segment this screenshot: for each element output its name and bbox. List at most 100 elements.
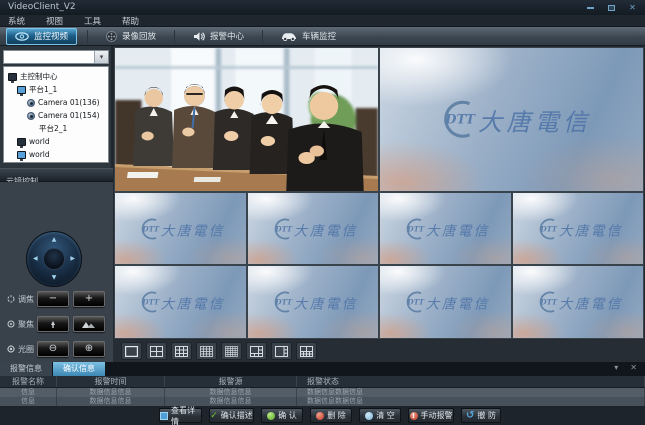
clear-button[interactable]: 清 空 bbox=[359, 408, 401, 423]
video-tile-idle[interactable] bbox=[248, 266, 379, 338]
focus-ring-icon bbox=[7, 320, 15, 328]
detail-icon bbox=[160, 412, 168, 420]
menu-help[interactable]: 帮助 bbox=[122, 15, 139, 27]
video-tile-idle[interactable] bbox=[115, 266, 246, 338]
menu-view[interactable]: 视图 bbox=[46, 15, 63, 27]
split-8-icon bbox=[275, 346, 288, 357]
focus-far-button[interactable] bbox=[73, 316, 105, 332]
monitor-icon bbox=[17, 151, 26, 159]
button-label: 确认描述 bbox=[221, 410, 253, 421]
cell-alarm-name: 信息 bbox=[0, 388, 57, 397]
alarm-table-header: 报警名称 报警时间 报警源 报警状态 bbox=[0, 376, 645, 388]
film-reel-icon bbox=[106, 31, 117, 42]
device-group-value bbox=[4, 51, 94, 63]
tree-item-camera-136[interactable]: Camera 01(136) bbox=[4, 96, 108, 109]
iris-icon bbox=[7, 345, 15, 353]
view-details-button[interactable]: 查看详情 bbox=[159, 408, 202, 423]
delete-icon bbox=[316, 412, 324, 420]
tab-label: 录像回放 bbox=[122, 30, 156, 42]
confirm-description-button[interactable]: ✓ 确认描述 bbox=[209, 408, 254, 423]
tab-alarm-center[interactable]: 报警中心 bbox=[185, 28, 252, 45]
ptz-dpad[interactable]: ▲ ▼ ◀ ▶ bbox=[26, 231, 82, 287]
manual-alarm-button[interactable]: ! 手动报警 bbox=[408, 408, 454, 423]
panel-collapse-icon[interactable]: ▾ bbox=[614, 363, 618, 372]
iris-plus-icon: ⊕ bbox=[85, 344, 93, 354]
meeting-room-photo bbox=[115, 48, 378, 191]
split-10-icon bbox=[300, 346, 313, 357]
datang-logo bbox=[132, 217, 228, 241]
layout-split-25-button[interactable] bbox=[221, 342, 242, 360]
menu-system[interactable]: 系统 bbox=[8, 15, 25, 27]
ptz-row-label: 光圈 bbox=[18, 344, 34, 355]
video-tile-idle[interactable] bbox=[513, 193, 644, 264]
dpad-left-icon[interactable]: ◀ bbox=[33, 256, 38, 262]
chevron-down-icon[interactable]: ▾ bbox=[94, 51, 108, 63]
dpad-right-icon[interactable]: ▶ bbox=[70, 256, 75, 262]
alarm-table-row[interactable]: 信息 数据信息信息 数据信息信息 数据信息数据信息 bbox=[0, 388, 645, 397]
layout-split-4-button[interactable] bbox=[146, 342, 167, 360]
tree-item-world-2[interactable]: world bbox=[4, 148, 108, 161]
alarm-table-row[interactable]: 信息 数据信息信息 数据信息信息 数据信息数据信息 bbox=[0, 397, 645, 406]
alarm-tabs: 报警信息 确认信息 ▾ ✕ bbox=[0, 362, 645, 376]
layout-split-16-button[interactable] bbox=[196, 342, 217, 360]
title-bar: VideoClient_V2 ✕ bbox=[0, 0, 645, 15]
minimize-button[interactable] bbox=[584, 2, 597, 13]
tab-label: 确认信息 bbox=[63, 364, 95, 373]
split-6-icon bbox=[250, 346, 263, 357]
video-tile-idle[interactable] bbox=[115, 193, 246, 264]
dpad-center[interactable] bbox=[43, 248, 65, 270]
tab-playback[interactable]: 录像回放 bbox=[98, 28, 164, 45]
col-alarm-time: 报警时间 bbox=[57, 376, 165, 387]
tab-surveillance-video[interactable]: 监控视频 bbox=[6, 28, 77, 45]
split-1-icon bbox=[125, 346, 138, 357]
zoom-out-button[interactable]: − bbox=[37, 291, 69, 307]
plus-icon: + bbox=[85, 294, 93, 304]
tab-vehicle-monitor[interactable]: 车辆监控 bbox=[273, 28, 344, 45]
maximize-button[interactable] bbox=[605, 2, 618, 13]
panel-close-icon[interactable]: ✕ bbox=[630, 363, 637, 372]
tree-item-world-1[interactable]: world bbox=[4, 135, 108, 148]
tree-item-camera-154[interactable]: Camera 01(154) bbox=[4, 109, 108, 122]
tab-confirm-info[interactable]: 确认信息 bbox=[53, 362, 106, 376]
confirm-button[interactable]: 确 认 bbox=[261, 408, 303, 423]
tree-item-platform2[interactable]: 平台2_1 bbox=[4, 122, 108, 135]
delete-button[interactable]: 删 除 bbox=[310, 408, 352, 423]
focus-near-button[interactable] bbox=[37, 316, 69, 332]
layout-split-10-button[interactable] bbox=[296, 342, 317, 360]
dpad-down-icon[interactable]: ▼ bbox=[52, 275, 57, 281]
tree-item-platform1[interactable]: 平台1_1 bbox=[4, 83, 108, 96]
device-group-select[interactable]: ▾ bbox=[3, 50, 109, 64]
close-button[interactable]: ✕ bbox=[626, 2, 639, 13]
tab-alarm-info[interactable]: 报警信息 bbox=[0, 362, 53, 376]
ptz-panel: ▲ ▼ ◀ ▶ 调焦 − + bbox=[0, 182, 113, 362]
layout-split-8-button[interactable] bbox=[271, 342, 292, 360]
video-tile-idle[interactable] bbox=[248, 193, 379, 264]
monitor-icon bbox=[8, 73, 17, 81]
layout-split-9-button[interactable] bbox=[171, 342, 192, 360]
speaker-icon bbox=[193, 31, 205, 42]
button-label: 确 认 bbox=[278, 410, 297, 421]
iris-close-button[interactable]: ⊖ bbox=[37, 341, 69, 357]
disarm-icon: ↺ bbox=[466, 410, 474, 421]
menu-tools[interactable]: 工具 bbox=[84, 15, 101, 27]
layout-split-1-button[interactable] bbox=[121, 342, 142, 360]
video-tile-live[interactable] bbox=[115, 48, 378, 191]
split-25-icon bbox=[225, 346, 238, 357]
video-tile-idle[interactable] bbox=[380, 266, 511, 338]
cell-alarm-status: 数据信息数据信息 bbox=[297, 397, 645, 406]
zoom-in-button[interactable]: + bbox=[73, 291, 105, 307]
video-tile-idle[interactable] bbox=[513, 266, 644, 338]
monitor-icon bbox=[17, 86, 26, 94]
ptz-panel-header: 云镜控制 bbox=[0, 168, 113, 182]
disarm-button[interactable]: ↺ 撤 防 bbox=[461, 408, 501, 423]
dpad-up-icon[interactable]: ▲ bbox=[52, 237, 57, 243]
col-alarm-status: 报警状态 bbox=[297, 376, 645, 387]
video-tile-idle[interactable] bbox=[380, 48, 643, 191]
button-label: 清 空 bbox=[376, 410, 395, 421]
col-alarm-name: 报警名称 bbox=[0, 376, 57, 387]
layout-bar bbox=[113, 340, 645, 362]
video-tile-idle[interactable] bbox=[380, 193, 511, 264]
tree-item-control-center[interactable]: 主控制中心 bbox=[4, 70, 108, 83]
iris-open-button[interactable]: ⊕ bbox=[73, 341, 105, 357]
layout-split-6-button[interactable] bbox=[246, 342, 267, 360]
